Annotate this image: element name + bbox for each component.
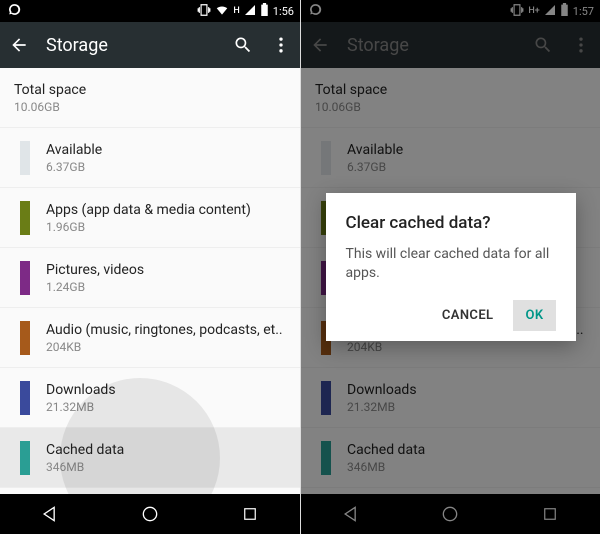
swatch-icon xyxy=(20,321,30,355)
item-label: Available xyxy=(46,142,286,158)
nav-bar xyxy=(0,494,300,534)
storage-item-audio[interactable]: Audio (music, ringtones, podcasts, et.. … xyxy=(0,308,300,368)
ok-button[interactable]: OK xyxy=(513,300,555,331)
item-label: Pictures, videos xyxy=(46,262,286,278)
nav-recent-icon[interactable] xyxy=(237,501,263,527)
storage-item-cached[interactable]: Cached data 346MB xyxy=(0,428,300,488)
back-icon[interactable] xyxy=(8,34,30,56)
swatch-icon xyxy=(20,381,30,415)
storage-item-pictures[interactable]: Pictures, videos 1.24GB xyxy=(0,248,300,308)
item-value: 204KB xyxy=(46,340,286,354)
clock: 1:56 xyxy=(273,5,294,18)
nav-home-icon[interactable] xyxy=(137,501,163,527)
item-value: 346MB xyxy=(46,460,286,474)
total-value: 10.06GB xyxy=(14,100,286,114)
clear-cache-dialog: Clear cached data? This will clear cache… xyxy=(326,193,576,342)
dialog-title: Clear cached data? xyxy=(346,213,556,233)
swatch-icon xyxy=(20,141,30,175)
vibrate-icon xyxy=(197,3,211,20)
swatch-icon xyxy=(20,261,30,295)
page-title: Storage xyxy=(46,35,216,56)
item-label: Apps (app data & media content) xyxy=(46,202,286,218)
storage-item-available[interactable]: Available 6.37GB xyxy=(0,128,300,188)
item-label: Downloads xyxy=(46,382,286,398)
total-space-row: Total space 10.06GB xyxy=(0,68,300,128)
storage-item-downloads[interactable]: Downloads 21.32MB xyxy=(0,368,300,428)
phone-right: H+ 1:57 Storage Total space 10.06GB xyxy=(300,0,600,534)
item-value: 1.96GB xyxy=(46,220,286,234)
wifi-icon xyxy=(215,3,229,20)
dialog-scrim[interactable]: Clear cached data? This will clear cache… xyxy=(301,0,600,534)
swatch-icon xyxy=(20,441,30,475)
storage-list: Total space 10.06GB Available 6.37GB App… xyxy=(0,68,300,494)
dialog-actions: CANCEL OK xyxy=(346,300,556,331)
search-icon[interactable] xyxy=(232,34,254,56)
nav-back-icon[interactable] xyxy=(37,501,63,527)
whatsapp-icon xyxy=(8,3,21,19)
status-bar: H 1:56 xyxy=(0,0,300,22)
phone-left: H 1:56 Storage Total space 10.06GB xyxy=(0,0,300,534)
total-label: Total space xyxy=(14,82,286,98)
signal-icon xyxy=(244,4,256,19)
item-label: Audio (music, ringtones, podcasts, et.. xyxy=(46,322,286,338)
network-type: H xyxy=(233,6,239,16)
app-bar: Storage xyxy=(0,22,300,68)
dialog-body: This will clear cached data for all apps… xyxy=(346,245,556,283)
item-label: Cached data xyxy=(46,442,286,458)
cancel-button[interactable]: CANCEL xyxy=(430,300,506,331)
swatch-icon xyxy=(20,201,30,235)
battery-icon xyxy=(260,3,269,19)
item-value: 6.37GB xyxy=(46,160,286,174)
overflow-icon[interactable] xyxy=(270,34,292,56)
item-value: 1.24GB xyxy=(46,280,286,294)
item-value: 21.32MB xyxy=(46,400,286,414)
storage-item-apps[interactable]: Apps (app data & media content) 1.96GB xyxy=(0,188,300,248)
